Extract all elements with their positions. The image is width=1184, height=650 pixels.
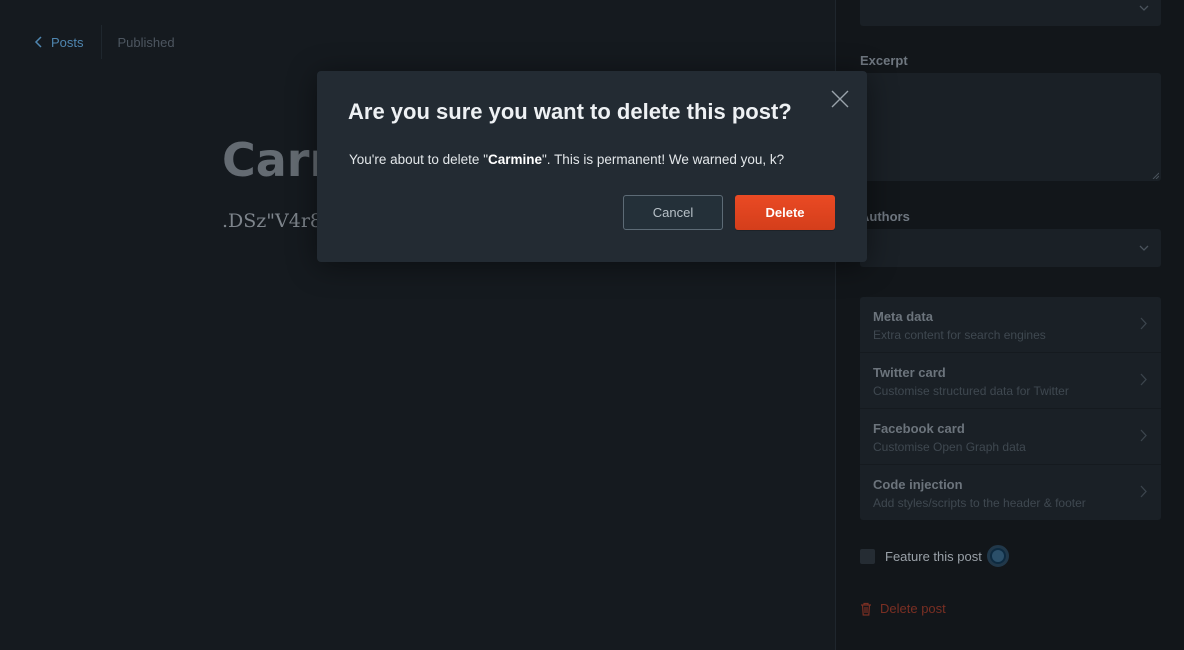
confirm-delete-button[interactable]: Delete — [735, 195, 835, 230]
back-link-label: Posts — [51, 34, 84, 50]
chevron-right-icon — [1140, 373, 1147, 386]
close-icon[interactable] — [830, 89, 850, 109]
delete-post-button[interactable]: Delete post — [860, 601, 946, 616]
modal-title: Are you sure you want to delete this pos… — [348, 99, 792, 124]
feature-post-checkbox[interactable] — [860, 548, 875, 564]
menu-item-subtitle: Customise Open Graph data — [873, 440, 1026, 454]
settings-menu: Meta data Extra content for search engin… — [860, 297, 1161, 520]
menu-item-subtitle: Customise structured data for Twitter — [873, 384, 1069, 398]
modal-message-post-name: Carmine — [487, 152, 543, 167]
menu-item-meta-data[interactable]: Meta data Extra content for search engin… — [860, 297, 1161, 353]
authors-select[interactable] — [860, 229, 1161, 267]
excerpt-label: Excerpt — [860, 53, 908, 68]
post-body[interactable]: .DSz"V4r8 — [222, 210, 322, 232]
top-select[interactable] — [860, 0, 1161, 26]
delete-confirm-modal: Are you sure you want to delete this pos… — [317, 71, 867, 262]
menu-item-title: Facebook card — [873, 421, 965, 436]
menu-item-title: Code injection — [873, 477, 963, 492]
menu-item-facebook-card[interactable]: Facebook card Customise Open Graph data — [860, 409, 1161, 465]
chevron-down-icon — [1139, 5, 1149, 11]
menu-item-code-injection[interactable]: Code injection Add styles/scripts to the… — [860, 465, 1161, 520]
breadcrumb-divider — [100, 25, 102, 59]
feature-post-row: Feature this post — [860, 542, 1009, 570]
breadcrumb: Posts Published — [34, 25, 175, 59]
modal-message-prefix: You're about to delete " — [349, 152, 488, 167]
modal-message-suffix: ". This is permanent! We warned you, k? — [542, 152, 785, 167]
excerpt-textarea[interactable] — [860, 73, 1161, 181]
delete-post-label: Delete post — [880, 601, 946, 616]
chevron-right-icon — [1140, 429, 1147, 442]
authors-label: Authors — [860, 209, 910, 224]
chevron-right-icon — [1140, 485, 1147, 498]
modal-message: You're about to delete "Carmine". This i… — [349, 152, 784, 167]
chevron-left-icon — [34, 36, 42, 48]
trash-icon — [861, 602, 871, 616]
menu-item-twitter-card[interactable]: Twitter card Customise structured data f… — [860, 353, 1161, 409]
back-to-posts-link[interactable]: Posts — [34, 35, 84, 50]
menu-item-subtitle: Add styles/scripts to the header & foote… — [873, 496, 1086, 510]
cancel-button[interactable]: Cancel — [623, 195, 723, 230]
menu-item-subtitle: Extra content for search engines — [873, 328, 1046, 342]
menu-item-title: Meta data — [873, 309, 933, 324]
chevron-down-icon — [1139, 245, 1149, 251]
menu-item-title: Twitter card — [873, 365, 946, 380]
settings-sidebar: Excerpt Authors Meta data Extra content … — [835, 0, 1184, 650]
help-icon[interactable] — [986, 545, 1009, 567]
chevron-right-icon — [1140, 317, 1147, 330]
feature-post-label[interactable]: Feature this post — [885, 549, 982, 564]
post-status: Published — [117, 34, 175, 50]
resize-grip-icon[interactable] — [1152, 172, 1159, 179]
